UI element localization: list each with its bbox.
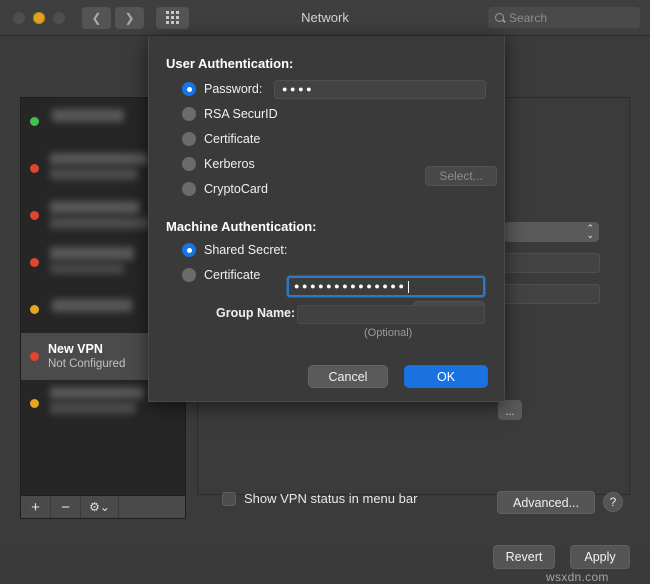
show-vpn-status-row[interactable]: Show VPN status in menu bar: [222, 491, 417, 506]
search-icon: [495, 13, 504, 22]
machine-authentication-heading: Machine Authentication:: [166, 219, 317, 234]
show-all-grid-icon[interactable]: [156, 6, 189, 29]
status-dot-icon: [30, 258, 39, 267]
redacted-label: [48, 199, 156, 233]
shared-secret-field[interactable]: ●●●●●●●●●●●●●●: [287, 276, 485, 297]
status-dot-icon: [30, 117, 39, 126]
redacted-label: [48, 152, 156, 186]
watermark: wsxdn.com: [546, 570, 609, 584]
radio-cryptocard[interactable]: CryptoCard: [182, 182, 268, 196]
service-name: New VPN: [48, 341, 103, 356]
password-field[interactable]: ●●●●: [274, 80, 486, 99]
user-authentication-heading: User Authentication:: [166, 56, 294, 71]
show-vpn-status-checkbox[interactable]: [222, 491, 236, 506]
radio-machine-certificate[interactable]: Certificate: [182, 268, 260, 282]
group-name-label: Group Name:: [216, 306, 296, 320]
search-placeholder: Search: [509, 10, 548, 25]
radio-shared-secret[interactable]: Shared Secret:: [182, 243, 287, 257]
network-preferences-window: ❮ ❯ Network Search New VPN Not Configure…: [0, 0, 650, 584]
status-dot-icon: [30, 305, 39, 314]
radio-button-icon[interactable]: [182, 182, 196, 196]
configuration-popup-button[interactable]: ⌃ ⌄: [504, 222, 599, 242]
traffic-light-group: [13, 11, 65, 24]
password-value: ●●●●: [282, 84, 315, 94]
radio-label: Certificate: [204, 268, 261, 282]
status-dot-icon: [30, 211, 39, 220]
back-chevron-left-icon[interactable]: ❮: [82, 6, 111, 29]
status-dot-icon: [30, 164, 39, 173]
auth-settings-button[interactable]: ...: [498, 400, 522, 420]
radio-label: Shared Secret:: [204, 243, 288, 257]
minimize-button[interactable]: [33, 11, 45, 24]
show-vpn-status-label: Show VPN status in menu bar: [244, 491, 418, 506]
radio-label: CryptoCard: [204, 182, 268, 196]
radio-password[interactable]: Password:: [182, 82, 262, 96]
radio-label: Certificate: [204, 132, 261, 146]
service-status: Not Configured: [48, 358, 126, 371]
status-dot-icon: [30, 399, 39, 408]
navigation-buttons: ❮ ❯: [82, 6, 144, 29]
status-dot-icon: [30, 352, 39, 361]
cancel-button[interactable]: Cancel: [308, 365, 388, 388]
radio-label: RSA SecurID: [204, 107, 278, 121]
revert-button[interactable]: Revert: [493, 545, 555, 569]
radio-button-icon[interactable]: [182, 243, 196, 257]
radio-button-icon[interactable]: [182, 82, 196, 96]
radio-label: Password:: [204, 82, 263, 96]
user-certificate-select-button[interactable]: Select...: [425, 166, 497, 186]
chevron-updown-icon: ⌃ ⌄: [586, 223, 594, 240]
radio-kerberos[interactable]: Kerberos: [182, 157, 255, 171]
window-titlebar: ❮ ❯ Network Search: [0, 0, 650, 36]
radio-user-certificate[interactable]: Certificate: [182, 132, 260, 146]
radio-button-icon[interactable]: [182, 107, 196, 121]
text-caret: [407, 280, 409, 293]
remove-service-button[interactable]: −: [51, 496, 81, 518]
group-name-field[interactable]: [297, 305, 485, 324]
gear-icon[interactable]: ⚙⌄: [81, 496, 119, 518]
sidebar-toolbar: + − ⚙⌄: [20, 495, 186, 519]
add-service-button[interactable]: +: [21, 496, 51, 518]
redacted-label: [48, 246, 156, 280]
radio-button-icon[interactable]: [182, 157, 196, 171]
radio-button-icon[interactable]: [182, 132, 196, 146]
search-field[interactable]: Search: [488, 7, 640, 28]
apply-button[interactable]: Apply: [570, 545, 630, 569]
shared-secret-value: ●●●●●●●●●●●●●●: [294, 281, 407, 291]
authentication-settings-dialog: User Authentication: Password: ●●●● RSA …: [148, 36, 505, 402]
ok-button[interactable]: OK: [404, 365, 488, 388]
zoom-button[interactable]: [53, 11, 65, 24]
radio-label: Kerberos: [204, 157, 255, 171]
redacted-label: [48, 293, 156, 327]
radio-rsa-securid[interactable]: RSA SecurID: [182, 107, 278, 121]
help-button[interactable]: ?: [603, 492, 623, 512]
redacted-label: [48, 105, 156, 139]
toolbar-filler: [119, 496, 185, 518]
close-button[interactable]: [13, 11, 25, 24]
list-item-text: New VPN Not Configured: [48, 342, 125, 372]
advanced-button[interactable]: Advanced...: [497, 491, 595, 514]
radio-button-icon[interactable]: [182, 268, 196, 282]
group-name-hint: (Optional): [364, 327, 413, 339]
forward-chevron-right-icon[interactable]: ❯: [115, 6, 144, 29]
redacted-label: [48, 386, 156, 421]
grid-dots: [166, 11, 179, 24]
